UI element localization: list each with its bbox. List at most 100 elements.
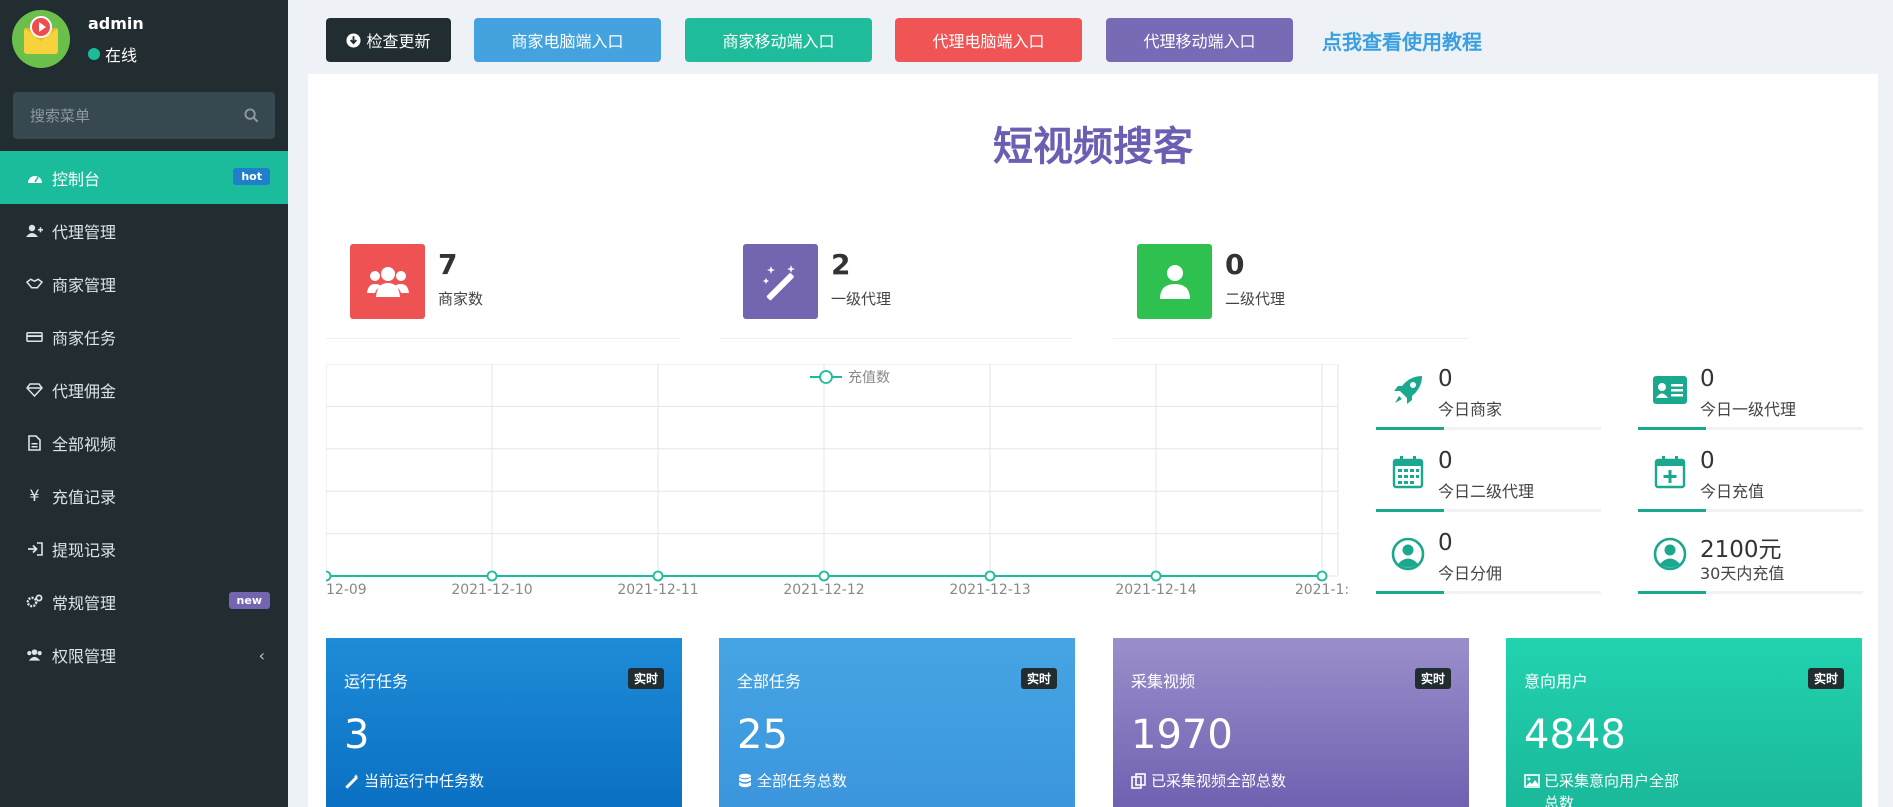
calendar-plus-icon: [1652, 454, 1688, 490]
small-stat-value: 2100元: [1700, 537, 1782, 563]
id-card-icon: [1652, 372, 1688, 408]
card-description: 当前运行中任务数: [344, 770, 504, 792]
small-stat-today-recharge: 0 今日充值: [1638, 446, 1863, 512]
card-description: 已采集视频全部总数: [1131, 770, 1291, 792]
stat-label: 二级代理: [1225, 290, 1286, 308]
small-stat-today-level1-agents: 0 今日一级代理: [1638, 364, 1863, 430]
small-stat-value: 0: [1438, 366, 1453, 392]
card-value: 25: [737, 712, 788, 758]
card-description: 全部任务总数: [737, 770, 897, 792]
sidebar-menu: 控制台 hot 代理管理 商家管理 商家任务 代理佣金 全部视频 ¥ 充值记录 …: [0, 151, 288, 681]
page-title: 短视频搜客: [993, 124, 1193, 170]
users-icon: [366, 266, 409, 297]
copy-icon: [1131, 773, 1146, 789]
small-stat-label: 今日分佣: [1438, 564, 1503, 583]
x-tick-label: 2021-12-12: [783, 582, 864, 596]
data-point: [818, 570, 830, 582]
small-stat-value: 0: [1700, 448, 1715, 474]
x-tick-label: 2021-12-10: [451, 582, 532, 596]
data-point: [486, 570, 498, 582]
merchant-mobile-entry-button[interactable]: 商家移动端入口: [685, 18, 872, 62]
user-status: 在线: [88, 42, 137, 66]
small-stat-accent: [1376, 427, 1444, 430]
sidebar-item-dashboard[interactable]: 控制台 hot: [0, 151, 288, 204]
sidebar-item-general-management[interactable]: 常规管理 new: [0, 575, 288, 628]
data-point: [652, 570, 664, 582]
sidebar-item-agent-commission[interactable]: 代理佣金: [0, 363, 288, 416]
legend-label: 充值数: [848, 370, 890, 386]
small-stat-label: 今日充值: [1700, 482, 1765, 501]
sidebar-item-all-videos[interactable]: 全部视频: [0, 416, 288, 469]
top-toolbar: 检查更新 商家电脑端入口 商家移动端入口 代理电脑端入口 代理移动端入口 点我查…: [288, 0, 1893, 74]
small-stat-label: 今日二级代理: [1438, 482, 1535, 501]
sidebar-item-label: 权限管理: [52, 646, 117, 666]
chevron-left-icon[interactable]: ‹: [259, 646, 265, 665]
database-icon: [739, 773, 751, 788]
stat-label: 商家数: [438, 290, 484, 308]
diamond-icon: [26, 381, 43, 398]
card-title: 采集视频: [1131, 672, 1196, 691]
card-description-text: 已采集视频全部总数: [1151, 772, 1287, 790]
download-circle-icon: [346, 32, 362, 48]
sidebar-item-label: 提现记录: [52, 540, 117, 560]
image-icon: [1524, 774, 1540, 788]
play-icon: [30, 16, 52, 38]
sidebar-item-merchant-tasks[interactable]: 商家任务: [0, 310, 288, 363]
sidebar-item-label: 充值记录: [52, 487, 117, 507]
card-value: 3: [344, 712, 370, 758]
realtime-badge: 实时: [627, 668, 664, 689]
card-description-text: 全部任务总数: [757, 772, 848, 790]
merchant-pc-entry-button[interactable]: 商家电脑端入口: [474, 18, 661, 62]
small-stat-value: 0: [1438, 530, 1453, 556]
cogs-icon: [26, 593, 43, 610]
sidebar-item-merchant-management[interactable]: 商家管理: [0, 257, 288, 310]
check-update-button[interactable]: 检查更新: [326, 18, 451, 62]
calendar-icon: [1390, 454, 1426, 490]
online-dot-icon: [88, 48, 100, 60]
user-status-text: 在线: [105, 46, 138, 65]
dashboard-panel: 短视频搜客 7 商家数 2 一级代理 0 二级代理 12-09 2021-12-…: [308, 74, 1878, 807]
sidebar-item-agent-management[interactable]: 代理管理: [0, 204, 288, 257]
search-input[interactable]: [13, 92, 233, 139]
tutorial-link[interactable]: 点我查看使用教程: [1322, 26, 1482, 55]
search-icon[interactable]: [244, 108, 259, 123]
card-title: 意向用户: [1524, 672, 1589, 691]
user-icon: [1159, 264, 1190, 299]
card-description-text: 已采集意向用户全部总数: [1544, 772, 1680, 807]
check-update-label: 检查更新: [366, 32, 431, 51]
card-collected-videos: 采集视频 实时 1970 已采集视频全部总数: [1113, 638, 1469, 807]
stat-label: 一级代理: [831, 290, 892, 308]
x-tick-label: 12-09: [326, 582, 367, 596]
sidebar-item-label: 代理管理: [52, 222, 117, 242]
sidebar-item-recharge-records[interactable]: ¥ 充值记录: [0, 469, 288, 522]
handshake-icon: [26, 275, 43, 292]
agent-mobile-entry-button[interactable]: 代理移动端入口: [1106, 18, 1293, 62]
small-stat-accent: [1376, 591, 1444, 594]
card-icon: [26, 328, 43, 345]
user-add-icon: [26, 222, 43, 239]
avatar[interactable]: [12, 10, 70, 68]
agent-pc-entry-button[interactable]: 代理电脑端入口: [895, 18, 1082, 62]
card-value: 1970: [1131, 712, 1233, 758]
sidebar-item-label: 商家管理: [52, 275, 117, 295]
stat-icon-box: [350, 244, 425, 319]
card-title: 全部任务: [737, 672, 802, 691]
card-title: 运行任务: [344, 672, 409, 691]
card-description: 已采集意向用户全部总数: [1524, 770, 1684, 807]
user-name: admin: [88, 14, 144, 33]
yen-icon: ¥: [29, 486, 40, 505]
small-stat-today-commission: 0 今日分佣: [1376, 528, 1601, 594]
small-stat-value: 0: [1438, 448, 1453, 474]
sidebar-item-label: 全部视频: [52, 434, 117, 454]
recharge-line-chart: 12-09 2021-12-10 2021-12-11 2021-12-12 2021-…: [326, 364, 1349, 596]
stat-value: 2: [831, 248, 851, 281]
user-circle-icon: [1390, 536, 1426, 572]
sidebar-item-permission-management[interactable]: 权限管理 ‹: [0, 628, 288, 681]
new-badge: new: [228, 592, 270, 609]
rocket-icon: [1390, 372, 1426, 408]
small-stat-label: 今日一级代理: [1700, 400, 1797, 419]
x-tick-label: 2021-12-13: [949, 582, 1030, 596]
sidebar-item-withdraw-records[interactable]: 提现记录: [0, 522, 288, 575]
user-panel: admin 在线: [0, 0, 288, 80]
stat-icon-box: [1137, 244, 1212, 319]
